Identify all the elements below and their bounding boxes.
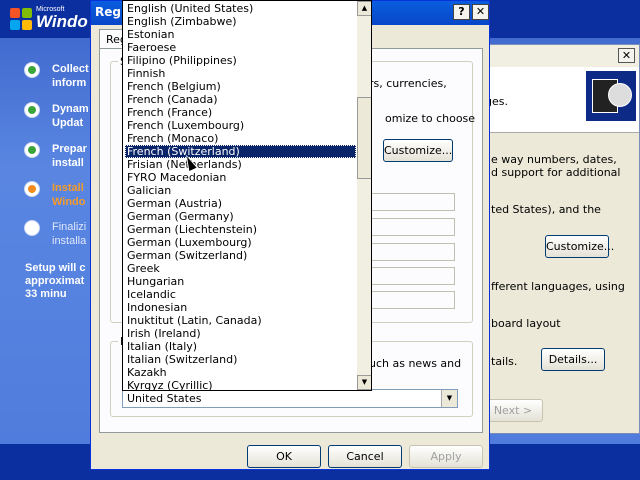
step-current-icon <box>24 181 40 197</box>
brand-name: Windo <box>36 12 88 31</box>
chevron-down-icon[interactable]: ▼ <box>441 390 457 407</box>
dropdown-option[interactable]: Italian (Italy) <box>125 340 356 353</box>
sample-field <box>369 218 455 236</box>
dropdown-option[interactable]: Galician <box>125 184 356 197</box>
dropdown-option[interactable]: FYRO Macedonian <box>125 171 356 184</box>
dropdown-option[interactable]: French (Belgium) <box>125 80 356 93</box>
dropdown-option[interactable]: Kazakh <box>125 366 356 379</box>
step-pending-icon <box>24 220 40 236</box>
wizard-header: ges. <box>471 67 639 133</box>
step-done-icon <box>24 62 40 78</box>
location-combobox[interactable]: United States ▼ <box>122 389 458 408</box>
setup-wizard-window: ✕ ges. e way numbers, dates, d support f… <box>470 44 640 434</box>
dropdown-option[interactable]: French (Monaco) <box>125 132 356 145</box>
wizard-text: fferent languages, using <box>491 280 625 293</box>
dropdown-option[interactable]: French (Luxembourg) <box>125 119 356 132</box>
language-dropdown-list[interactable]: English (United States) English (Zimbabwe… <box>122 0 372 391</box>
dropdown-option[interactable]: German (Switzerland) <box>125 249 356 262</box>
regional-options-icon <box>586 71 636 121</box>
dropdown-option[interactable]: Kyrgyz (Cyrillic) <box>125 379 356 390</box>
windows-flag-icon <box>10 8 34 30</box>
dropdown-option[interactable]: Faeroese <box>125 41 356 54</box>
dropdown-option[interactable]: German (Germany) <box>125 210 356 223</box>
wizard-close-button[interactable]: ✕ <box>618 48 635 63</box>
dropdown-option[interactable]: German (Liechtenstein) <box>125 223 356 236</box>
dropdown-option[interactable]: Irish (Ireland) <box>125 327 356 340</box>
wizard-customize-button[interactable]: Customize... <box>545 235 614 258</box>
dropdown-option[interactable]: German (Luxembourg) <box>125 236 356 249</box>
setup-time-remaining: Setup will c approximat 33 minu <box>25 262 86 300</box>
sample-field <box>369 193 455 211</box>
wizard-text: tails. <box>491 355 518 368</box>
scroll-thumb[interactable] <box>357 97 371 179</box>
dropdown-option[interactable]: Greek <box>125 262 356 275</box>
dialog-close-button[interactable]: ✕ <box>472 4 489 20</box>
dropdown-option[interactable]: Italian (Switzerland) <box>125 353 356 366</box>
help-button[interactable]: ? <box>453 4 470 20</box>
apply-button[interactable]: Apply <box>409 445 483 468</box>
dropdown-option[interactable]: Finnish <box>125 67 356 80</box>
dropdown-option[interactable]: French (France) <box>125 106 356 119</box>
wizard-text: e way numbers, dates, <box>491 153 617 166</box>
dropdown-option[interactable]: French (Canada) <box>125 93 356 106</box>
step-done-icon <box>24 102 40 118</box>
dropdown-option[interactable]: Indonesian <box>125 301 356 314</box>
standards-description: rs, currencies, <box>369 77 447 90</box>
dropdown-option[interactable]: Estonian <box>125 28 356 41</box>
wizard-text: board layout <box>491 317 561 330</box>
windows-logo: Microsoft Windo <box>10 4 100 34</box>
wizard-text: ted States), and the <box>491 203 601 216</box>
dropdown-option[interactable]: German (Austria) <box>125 197 356 210</box>
standards-description: omize to choose <box>385 112 476 125</box>
step-done-icon <box>24 142 40 158</box>
sample-field <box>369 243 455 261</box>
dropdown-option[interactable]: Inuktitut (Latin, Canada) <box>125 314 356 327</box>
dropdown-scrollbar[interactable]: ▲ ▼ <box>357 1 371 390</box>
dropdown-option[interactable]: Filipino (Philippines) <box>125 54 356 67</box>
wizard-text: d support for additional <box>491 166 621 179</box>
dropdown-option[interactable]: Frisian (Netherlands) <box>125 158 356 171</box>
sample-field <box>369 267 455 285</box>
wizard-details-button[interactable]: Details... <box>541 348 605 371</box>
dropdown-option[interactable]: Hungarian <box>125 275 356 288</box>
cancel-button[interactable]: Cancel <box>328 445 402 468</box>
sample-field <box>369 291 455 309</box>
dropdown-option[interactable]: English (Zimbabwe) <box>125 15 356 28</box>
scroll-down-icon[interactable]: ▼ <box>357 375 371 390</box>
ok-button[interactable]: OK <box>247 445 321 468</box>
wizard-next-button[interactable]: Next > <box>483 399 543 422</box>
location-description: uch as news and <box>369 357 462 370</box>
dropdown-option[interactable]: Icelandic <box>125 288 356 301</box>
location-value: United States <box>127 392 202 405</box>
scroll-up-icon[interactable]: ▲ <box>357 1 371 16</box>
wizard-title-bar: ✕ <box>471 45 639 67</box>
customize-button[interactable]: Customize... <box>383 139 453 162</box>
dropdown-option[interactable]: English (United States) <box>125 2 356 15</box>
dropdown-option[interactable]: French (Switzerland) <box>125 145 356 158</box>
